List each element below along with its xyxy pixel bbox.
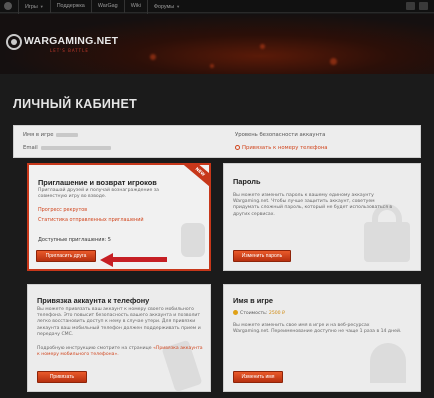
nav-wargag[interactable]: WarGag bbox=[90, 0, 124, 13]
top-nav-menu: Игры ▼ Поддержка WarGag Wiki Форумы ▼ bbox=[18, 0, 186, 14]
pointer-arrow-icon bbox=[100, 253, 167, 267]
recruit-progress-link[interactable]: Прогресс рекрутов bbox=[38, 207, 87, 213]
arrow-shaft bbox=[110, 257, 167, 262]
hidden-value bbox=[40, 145, 111, 150]
account-info-panel: Имя в игре Email Уровень безопасности ак… bbox=[13, 125, 421, 158]
password-card-title: Пароль bbox=[233, 177, 261, 186]
user-icon[interactable] bbox=[419, 2, 428, 10]
ember-decoration bbox=[210, 64, 214, 68]
plus-decoration-icon bbox=[181, 223, 205, 257]
bind-phone-link-label: Привязать к номеру телефона bbox=[242, 145, 328, 151]
phone-instruction: Подробную инструкцию смотрите на страниц… bbox=[37, 346, 203, 358]
gold-coin-icon bbox=[233, 310, 238, 315]
nav-wiki[interactable]: Wiki bbox=[123, 0, 147, 13]
logo-icon bbox=[6, 34, 22, 50]
nav-games-label: Игры bbox=[25, 3, 38, 10]
account-name-label: Имя в игре bbox=[23, 132, 54, 138]
user-silhouette-icon bbox=[370, 343, 406, 383]
password-card-description: Вы можете изменить пароль к вашему едино… bbox=[233, 193, 393, 217]
phone-instruction-text: Подробную инструкцию смотрите на страниц… bbox=[37, 346, 152, 351]
invite-card-title: Приглашение и возврат игроков bbox=[38, 178, 157, 187]
security-level-label: Уровень безопасности аккаунта bbox=[235, 132, 326, 138]
invite-friend-button[interactable]: Пригласить друга bbox=[36, 250, 96, 262]
nav-games[interactable]: Игры ▼ bbox=[18, 0, 50, 14]
bind-phone-link[interactable]: Привязать к номеру телефона bbox=[235, 145, 328, 151]
chevron-down-icon: ▼ bbox=[39, 3, 44, 9]
top-navigation-bar: Игры ▼ Поддержка WarGag Wiki Форумы ▼ bbox=[0, 0, 434, 14]
phone-card-description: Вы можете привязать ваш аккаунт к номеру… bbox=[37, 307, 201, 337]
rename-cost: Стоимость: 2500 ₽ bbox=[233, 310, 285, 317]
invite-card-description: Приглашай друзей и получай вознаграждени… bbox=[38, 188, 159, 200]
lock-icon bbox=[364, 222, 410, 262]
ember-decoration bbox=[260, 44, 265, 49]
home-icon[interactable] bbox=[4, 2, 12, 10]
nav-forums[interactable]: Форумы ▼ bbox=[146, 0, 186, 14]
account-name-row: Имя в игре bbox=[23, 132, 79, 138]
account-email-label: Email bbox=[23, 145, 38, 151]
name-card-title: Имя в игре bbox=[233, 296, 273, 305]
account-email-row: Email bbox=[23, 145, 111, 151]
header-banner: WARGAMING.NET LET'S BATTLE bbox=[0, 14, 434, 74]
available-invites-label: Доступные приглашения: 5 bbox=[38, 237, 111, 243]
alert-icon bbox=[235, 145, 240, 150]
change-password-button[interactable]: Изменить пароль bbox=[233, 250, 291, 262]
logo-tagline: LET'S BATTLE bbox=[50, 48, 89, 53]
top-right-icons bbox=[406, 2, 428, 10]
nav-support[interactable]: Поддержка bbox=[49, 0, 91, 13]
flag-icon[interactable] bbox=[406, 2, 415, 10]
nav-forums-label: Форумы bbox=[153, 3, 175, 10]
game-name-card: Имя в игре Стоимость: 2500 ₽ Вы можете и… bbox=[223, 284, 421, 392]
name-card-description: Вы можете изменить свое имя в игре и на … bbox=[233, 323, 402, 335]
password-card: Пароль Вы можете изменить пароль к вашем… bbox=[223, 163, 421, 271]
phone-card-title: Привязка аккаунта к телефону bbox=[37, 296, 150, 305]
rename-cost-value: 2500 ₽ bbox=[268, 311, 285, 316]
logo-wordmark: WARGAMING.NET bbox=[24, 35, 119, 47]
sent-invites-stats-link[interactable]: Статистика отправленных приглашений bbox=[38, 217, 144, 223]
rename-cost-label: Стоимость: bbox=[240, 311, 268, 316]
ember-decoration bbox=[330, 58, 337, 65]
hidden-value bbox=[56, 132, 79, 137]
bind-phone-button[interactable]: Привязать bbox=[37, 371, 87, 383]
new-badge: NEW bbox=[179, 165, 209, 190]
page-title: ЛИЧНЫЙ КАБИНЕТ bbox=[13, 97, 138, 111]
chevron-down-icon: ▼ bbox=[176, 3, 181, 9]
ember-decoration bbox=[150, 54, 156, 60]
phone-binding-card: Привязка аккаунта к телефону Вы можете п… bbox=[27, 284, 211, 392]
change-name-button[interactable]: Изменить имя bbox=[233, 371, 283, 383]
